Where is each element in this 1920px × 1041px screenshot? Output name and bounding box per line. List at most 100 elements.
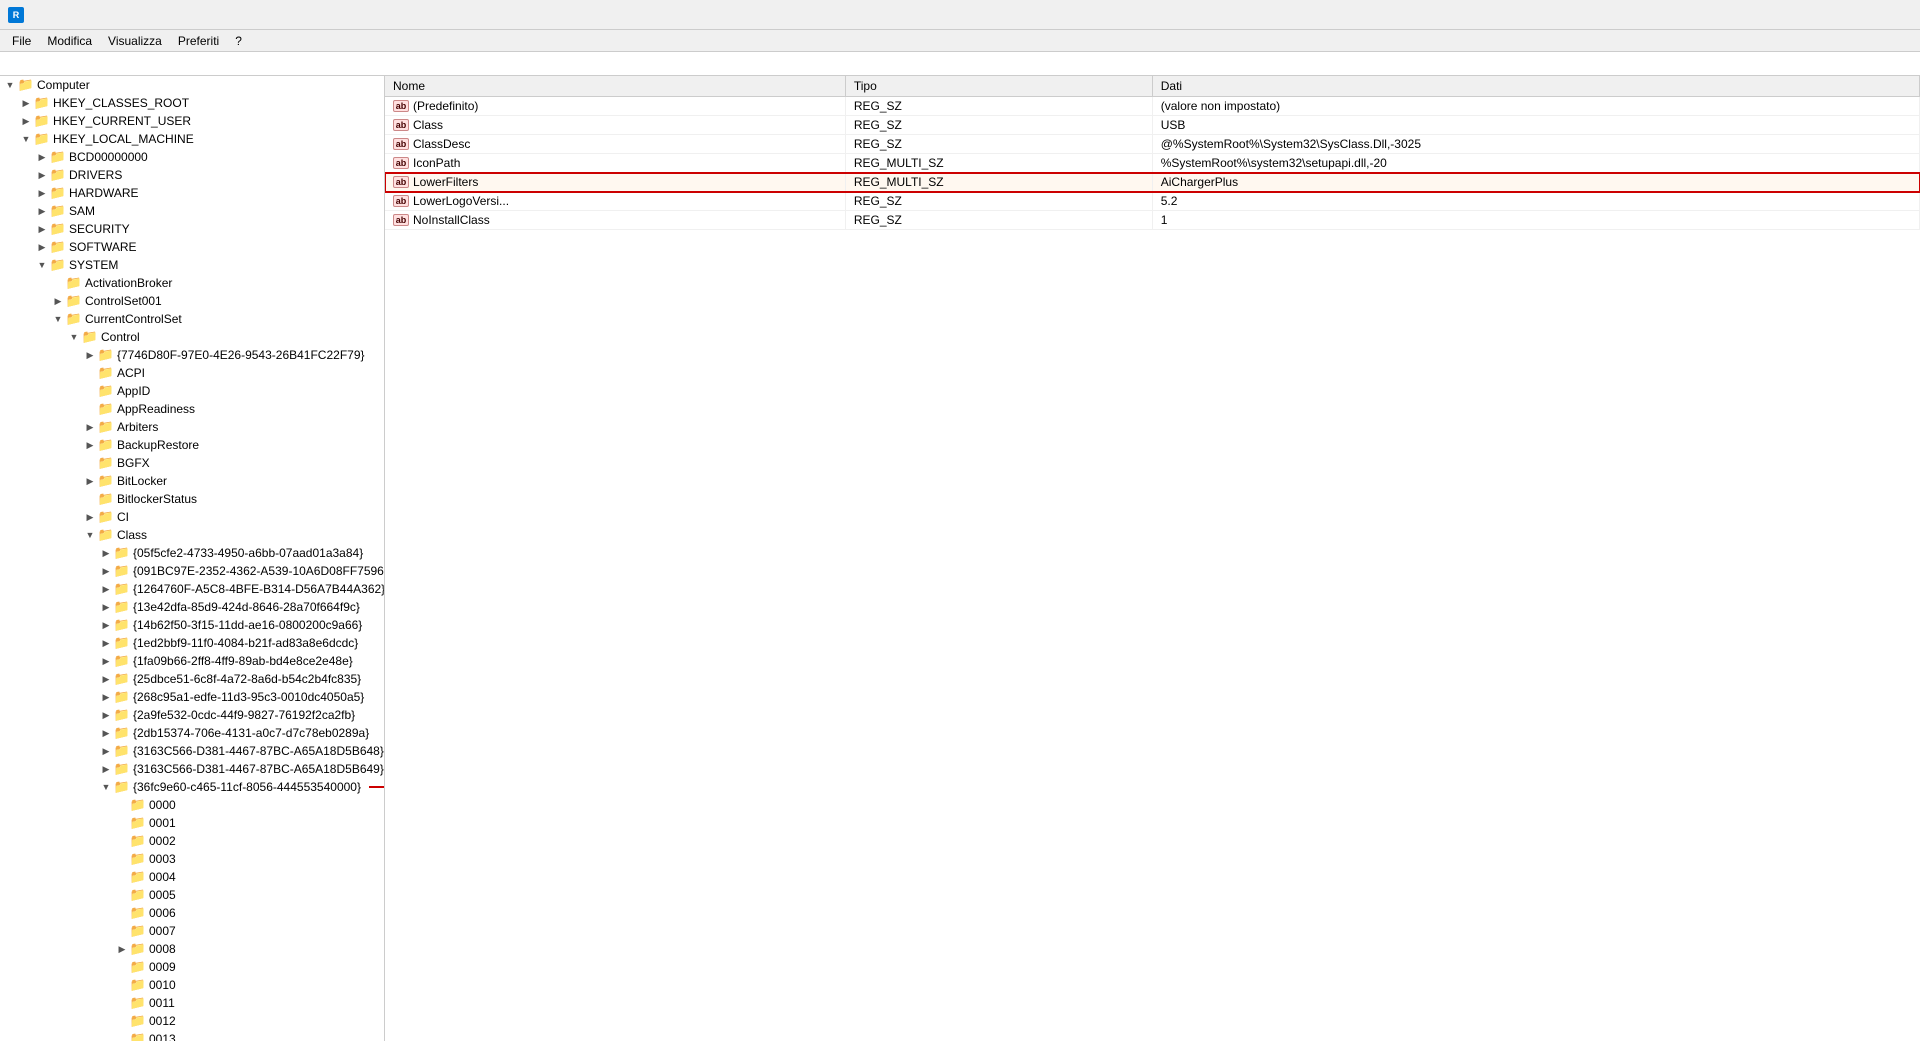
tree-item-bgfx[interactable]: 📁BGFX (0, 454, 384, 472)
tree-item-sub_0007[interactable]: 📁0007 (0, 922, 384, 940)
tree-toggle-sub10[interactable]: ▶ (98, 707, 114, 723)
tree-item-sub_0009[interactable]: 📁0009 (0, 958, 384, 976)
tree-toggle-system[interactable]: ▼ (34, 257, 50, 273)
tree-item-sub_0006[interactable]: 📁0006 (0, 904, 384, 922)
tree-item-sub5[interactable]: ▶📁{14b62f50-3f15-11dd-ae16-0800200c9a66} (0, 616, 384, 634)
tree-item-control[interactable]: ▼📁Control (0, 328, 384, 346)
tree-toggle-security[interactable]: ▶ (34, 221, 50, 237)
tree-item-sam[interactable]: ▶📁SAM (0, 202, 384, 220)
tree-toggle-ci[interactable]: ▶ (82, 509, 98, 525)
tree-item-sub2[interactable]: ▶📁{091BC97E-2352-4362-A539-10A6D08FF7596… (0, 562, 384, 580)
menu-item-file[interactable]: File (4, 32, 39, 50)
tree-toggle-sub1[interactable]: ▶ (98, 545, 114, 561)
tree-toggle-hkcu[interactable]: ▶ (18, 113, 34, 129)
tree-toggle-sub9[interactable]: ▶ (98, 689, 114, 705)
table-row[interactable]: abLowerLogoVersi...REG_SZ5.2 (385, 192, 1920, 211)
tree-item-sub_0013[interactable]: 📁0013 (0, 1030, 384, 1041)
tree-item-software[interactable]: ▶📁SOFTWARE (0, 238, 384, 256)
tree-toggle-sam[interactable]: ▶ (34, 203, 50, 219)
tree-toggle-sub_0004[interactable] (114, 869, 130, 885)
tree-toggle-target_key[interactable]: ▼ (98, 779, 114, 795)
tree-item-sub1[interactable]: ▶📁{05f5cfe2-4733-4950-a6bb-07aad01a3a84} (0, 544, 384, 562)
tree-toggle-sub_0003[interactable] (114, 851, 130, 867)
tree-toggle-hklm[interactable]: ▼ (18, 131, 34, 147)
table-row[interactable]: abIconPathREG_MULTI_SZ%SystemRoot%\syste… (385, 154, 1920, 173)
tree-item-hklm[interactable]: ▼📁HKEY_LOCAL_MACHINE (0, 130, 384, 148)
close-button[interactable] (1866, 0, 1912, 30)
menu-item-preferiti[interactable]: Preferiti (170, 32, 227, 50)
tree-toggle-currentcontrolset[interactable]: ▼ (50, 311, 66, 327)
tree-toggle-hardware[interactable]: ▶ (34, 185, 50, 201)
tree-toggle-acpi[interactable] (82, 365, 98, 381)
tree-toggle-bgfx[interactable] (82, 455, 98, 471)
tree-item-sub_0005[interactable]: 📁0005 (0, 886, 384, 904)
tree-toggle-sub_0005[interactable] (114, 887, 130, 903)
tree-item-computer[interactable]: ▼📁Computer (0, 76, 384, 94)
tree-toggle-bitlockerstatus[interactable] (82, 491, 98, 507)
tree-item-system[interactable]: ▼📁SYSTEM (0, 256, 384, 274)
tree-toggle-sub12[interactable]: ▶ (98, 743, 114, 759)
tree-item-hklm_classes[interactable]: ▶📁HKEY_CLASSES_ROOT (0, 94, 384, 112)
tree-toggle-appid[interactable] (82, 383, 98, 399)
tree-toggle-sub4[interactable]: ▶ (98, 599, 114, 615)
table-row[interactable]: ab(Predefinito)REG_SZ(valore non imposta… (385, 97, 1920, 116)
tree-toggle-controlset001[interactable]: ▶ (50, 293, 66, 309)
tree-item-drivers[interactable]: ▶📁DRIVERS (0, 166, 384, 184)
tree-item-sub_0008[interactable]: ▶📁0008 (0, 940, 384, 958)
table-row[interactable]: abClassREG_SZUSB (385, 116, 1920, 135)
tree-item-sub_0001[interactable]: 📁0001 (0, 814, 384, 832)
tree-toggle-sub_0007[interactable] (114, 923, 130, 939)
tree-item-bitlockerstatus[interactable]: 📁BitlockerStatus (0, 490, 384, 508)
tree-toggle-software[interactable]: ▶ (34, 239, 50, 255)
tree-item-sub7[interactable]: ▶📁{1fa09b66-2ff8-4ff9-89ab-bd4e8ce2e48e} (0, 652, 384, 670)
tree-item-bitlocker[interactable]: ▶📁BitLocker (0, 472, 384, 490)
tree-toggle-sub_0006[interactable] (114, 905, 130, 921)
tree-item-sub12[interactable]: ▶📁{3163C566-D381-4467-87BC-A65A18D5B648} (0, 742, 384, 760)
tree-toggle-sub6[interactable]: ▶ (98, 635, 114, 651)
tree-item-bcd[interactable]: ▶📁BCD00000000 (0, 148, 384, 166)
tree-toggle-hklm_classes[interactable]: ▶ (18, 95, 34, 111)
tree-item-target_key[interactable]: ▼📁{36fc9e60-c465-11cf-8056-444553540000} (0, 778, 384, 796)
tree-toggle-sub11[interactable]: ▶ (98, 725, 114, 741)
table-row[interactable]: abNoInstallClassREG_SZ1 (385, 211, 1920, 230)
tree-item-sub9[interactable]: ▶📁{268c95a1-edfe-11d3-95c3-0010dc4050a5} (0, 688, 384, 706)
menu-item-modifica[interactable]: Modifica (39, 32, 100, 50)
tree-item-hkcu[interactable]: ▶📁HKEY_CURRENT_USER (0, 112, 384, 130)
tree-item-sub6[interactable]: ▶📁{1ed2bbf9-11f0-4084-b21f-ad83a8e6dcdc} (0, 634, 384, 652)
tree-item-sub_0012[interactable]: 📁0012 (0, 1012, 384, 1030)
tree-item-sub13[interactable]: ▶📁{3163C566-D381-4467-87BC-A65A18D5B649} (0, 760, 384, 778)
tree-item-sub_0000[interactable]: 📁0000 (0, 796, 384, 814)
tree-toggle-sub8[interactable]: ▶ (98, 671, 114, 687)
tree-item-guid1[interactable]: ▶📁{7746D80F-97E0-4E26-9543-26B41FC22F79} (0, 346, 384, 364)
tree-toggle-bcd[interactable]: ▶ (34, 149, 50, 165)
tree-toggle-guid1[interactable]: ▶ (82, 347, 98, 363)
tree-item-sub_0003[interactable]: 📁0003 (0, 850, 384, 868)
tree-toggle-sub_0001[interactable] (114, 815, 130, 831)
tree-item-class[interactable]: ▼📁Class (0, 526, 384, 544)
table-row[interactable]: abLowerFiltersREG_MULTI_SZAiChargerPlus (385, 173, 1920, 192)
tree-item-ci[interactable]: ▶📁CI (0, 508, 384, 526)
tree-toggle-sub2[interactable]: ▶ (98, 563, 114, 579)
tree-toggle-drivers[interactable]: ▶ (34, 167, 50, 183)
table-row[interactable]: abClassDescREG_SZ@%SystemRoot%\System32\… (385, 135, 1920, 154)
tree-item-appreadiness[interactable]: 📁AppReadiness (0, 400, 384, 418)
tree-toggle-sub5[interactable]: ▶ (98, 617, 114, 633)
tree-toggle-control[interactable]: ▼ (66, 329, 82, 345)
tree-toggle-sub_0000[interactable] (114, 797, 130, 813)
tree-toggle-sub_0013[interactable] (114, 1031, 130, 1041)
tree-item-sub4[interactable]: ▶📁{13e42dfa-85d9-424d-8646-28a70f664f9c} (0, 598, 384, 616)
tree-item-sub_0010[interactable]: 📁0010 (0, 976, 384, 994)
tree-item-hardware[interactable]: ▶📁HARDWARE (0, 184, 384, 202)
menu-item-?[interactable]: ? (227, 32, 250, 50)
tree-toggle-arbiters[interactable]: ▶ (82, 419, 98, 435)
tree-item-sub_0004[interactable]: 📁0004 (0, 868, 384, 886)
tree-toggle-sub3[interactable]: ▶ (98, 581, 114, 597)
tree-toggle-sub_0008[interactable]: ▶ (114, 941, 130, 957)
tree-item-acpi[interactable]: 📁ACPI (0, 364, 384, 382)
tree-item-sub_0002[interactable]: 📁0002 (0, 832, 384, 850)
minimize-button[interactable] (1774, 0, 1820, 30)
tree-toggle-sub_0009[interactable] (114, 959, 130, 975)
maximize-button[interactable] (1820, 0, 1866, 30)
menu-item-visualizza[interactable]: Visualizza (100, 32, 170, 50)
tree-item-sub8[interactable]: ▶📁{25dbce51-6c8f-4a72-8a6d-b54c2b4fc835} (0, 670, 384, 688)
